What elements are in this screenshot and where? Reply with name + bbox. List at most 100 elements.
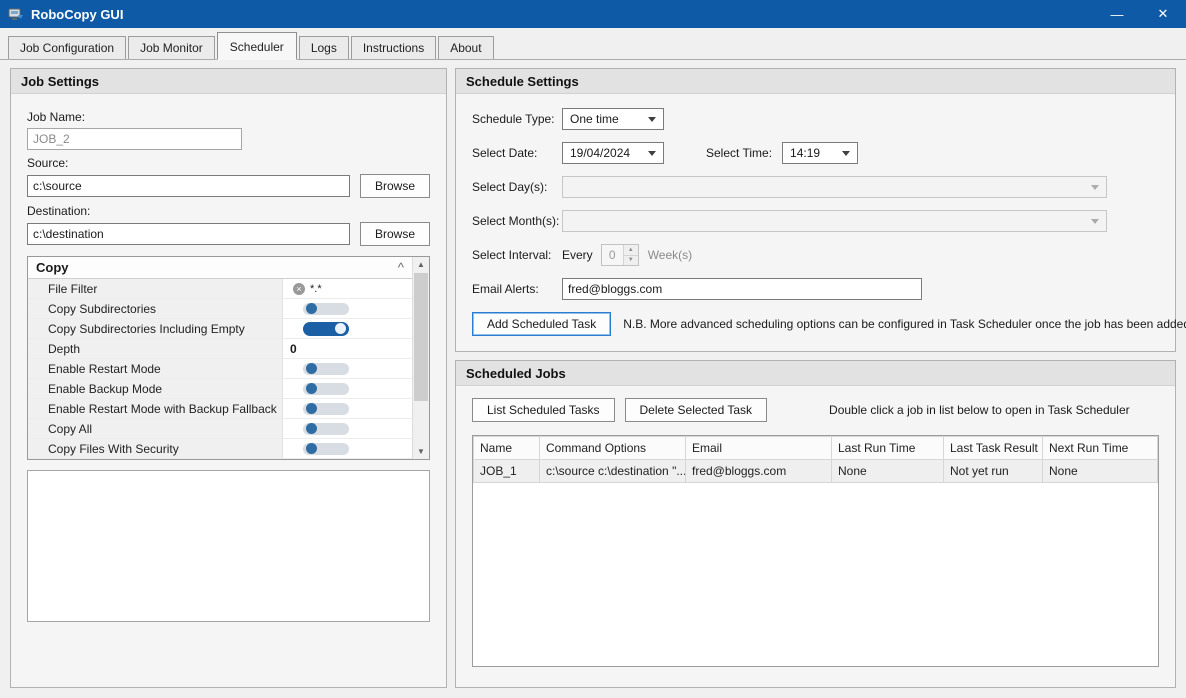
delete-selected-task-button[interactable]: Delete Selected Task <box>625 398 768 422</box>
property-value[interactable] <box>283 359 412 378</box>
list-scheduled-tasks-button[interactable]: List Scheduled Tasks <box>472 398 615 422</box>
property-grid-rows: File Filter × *.* Copy SubdirectoriesCopy S… <box>28 279 412 460</box>
scheduler-note: N.B. More advanced scheduling options ca… <box>623 317 1186 331</box>
add-scheduled-task-button[interactable]: Add Scheduled Task <box>472 312 611 336</box>
scrollbar-thumb[interactable] <box>414 273 428 401</box>
property-row: Enable Backup Mode <box>28 379 412 399</box>
destination-browse-button[interactable]: Browse <box>360 222 430 246</box>
property-value[interactable] <box>283 419 412 438</box>
collapse-chevron-icon[interactable]: ^ <box>398 260 404 275</box>
email-alerts-input[interactable] <box>562 278 922 300</box>
toggle-switch[interactable] <box>303 443 349 455</box>
filter-value: *.* <box>310 283 322 295</box>
property-category-copy[interactable]: Copy ^ <box>28 257 412 279</box>
chevron-down-icon <box>648 151 656 156</box>
select-time-dropdown[interactable]: 14:19 <box>782 142 858 164</box>
property-row: Copy Subdirectories Including Empty <box>28 319 412 339</box>
destination-input[interactable] <box>27 223 350 245</box>
property-value[interactable] <box>283 399 412 418</box>
jobs-table-head-row: NameCommand OptionsEmailLast Run TimeLas… <box>474 437 1158 460</box>
select-date-dropdown[interactable]: 19/04/2024 <box>562 142 664 164</box>
toggle-knob-icon <box>306 403 317 414</box>
scroll-down-icon[interactable]: ▼ <box>413 444 429 459</box>
tab-bar: Job ConfigurationJob MonitorSchedulerLog… <box>0 30 1186 60</box>
source-input[interactable] <box>27 175 350 197</box>
jobs-column-header[interactable]: Last Task Result <box>944 437 1043 460</box>
table-cell: Not yet run <box>944 460 1043 483</box>
property-label: Enable Restart Mode <box>28 359 283 378</box>
toggle-switch[interactable] <box>303 363 349 375</box>
destination-label: Destination: <box>27 204 430 218</box>
scheduled-jobs-header: Scheduled Jobs <box>456 361 1175 386</box>
property-value[interactable] <box>283 319 412 338</box>
toggle-knob-icon <box>335 323 346 334</box>
property-row: Copy Subdirectories <box>28 299 412 319</box>
tab-instructions[interactable]: Instructions <box>351 36 436 59</box>
stepper-down-icon: ▼ <box>624 256 638 266</box>
job-name-label: Job Name: <box>27 110 430 124</box>
property-label: Copy Subdirectories <box>28 299 283 318</box>
tab-scheduler[interactable]: Scheduler <box>217 32 297 60</box>
property-value[interactable]: ×D×A×T <box>283 459 412 460</box>
app-icon <box>8 6 24 22</box>
property-label: Copy Subdirectories Including Empty <box>28 319 283 338</box>
chevron-down-icon <box>648 117 656 122</box>
property-label: File Filter <box>28 279 283 298</box>
property-grid-scrollbar[interactable]: ▲ ▼ <box>412 257 429 459</box>
table-row[interactable]: JOB_1c:\source c:\destination "...fred@b… <box>474 460 1158 483</box>
property-value[interactable] <box>283 439 412 458</box>
chevron-down-icon <box>1091 185 1099 190</box>
tab-about[interactable]: About <box>438 36 493 59</box>
source-label: Source: <box>27 156 430 170</box>
remove-filter-icon[interactable]: × <box>293 283 305 295</box>
toggle-knob-icon <box>306 303 317 314</box>
interval-stepper: 0 ▲ ▼ <box>601 244 639 266</box>
toggle-knob-icon <box>306 423 317 434</box>
minimize-button[interactable]: — <box>1094 0 1140 28</box>
schedule-settings-header: Schedule Settings <box>456 69 1175 94</box>
toggle-switch[interactable] <box>303 383 349 395</box>
select-months-dropdown <box>562 210 1107 232</box>
scheduled-jobs-panel: Scheduled Jobs List Scheduled Tasks Dele… <box>455 360 1176 688</box>
scroll-up-icon[interactable]: ▲ <box>413 257 429 272</box>
property-label: Copy Flags <box>28 459 283 460</box>
property-label: Depth <box>28 339 283 358</box>
tab-job-configuration[interactable]: Job Configuration <box>8 36 126 59</box>
jobs-column-header[interactable]: Next Run Time <box>1043 437 1158 460</box>
close-button[interactable]: ✕ <box>1140 0 1186 28</box>
stepper-up-icon: ▲ <box>624 245 638 256</box>
select-months-label: Select Month(s): <box>472 214 562 228</box>
schedule-type-label: Schedule Type: <box>472 112 562 126</box>
toggle-switch[interactable] <box>303 322 349 336</box>
property-row: Depth0 <box>28 339 412 359</box>
job-description-box <box>27 470 430 622</box>
schedule-type-dropdown[interactable]: One time <box>562 108 664 130</box>
every-label: Every <box>562 248 593 262</box>
copy-options-property-grid: Copy ^ File Filter × *.* Copy Subdirectorie… <box>27 256 430 460</box>
select-date-label: Select Date: <box>472 146 562 160</box>
table-cell: c:\source c:\destination "... <box>540 460 686 483</box>
property-value[interactable]: 0 <box>283 339 412 358</box>
title-bar: RoboCopy GUI — ✕ <box>0 0 1186 28</box>
toggle-switch[interactable] <box>303 423 349 435</box>
email-alerts-label: Email Alerts: <box>472 282 562 296</box>
job-name-input[interactable] <box>27 128 242 150</box>
property-value[interactable]: × *.* <box>283 279 412 298</box>
jobs-column-header[interactable]: Last Run Time <box>832 437 944 460</box>
property-row: Enable Restart Mode <box>28 359 412 379</box>
jobs-column-header[interactable]: Command Options <box>540 437 686 460</box>
jobs-column-header[interactable]: Email <box>686 437 832 460</box>
property-value[interactable] <box>283 299 412 318</box>
source-browse-button[interactable]: Browse <box>360 174 430 198</box>
jobs-column-header[interactable]: Name <box>474 437 540 460</box>
tab-logs[interactable]: Logs <box>299 36 349 59</box>
jobs-table-container: NameCommand OptionsEmailLast Run TimeLas… <box>472 435 1159 667</box>
tab-job-monitor[interactable]: Job Monitor <box>128 36 215 59</box>
property-category-label: Copy <box>36 260 69 275</box>
toggle-switch[interactable] <box>303 403 349 415</box>
select-time-label: Select Time: <box>706 146 772 160</box>
toggle-switch[interactable] <box>303 303 349 315</box>
property-row: File Filter × *.* <box>28 279 412 299</box>
property-value[interactable] <box>283 379 412 398</box>
table-cell: fred@bloggs.com <box>686 460 832 483</box>
